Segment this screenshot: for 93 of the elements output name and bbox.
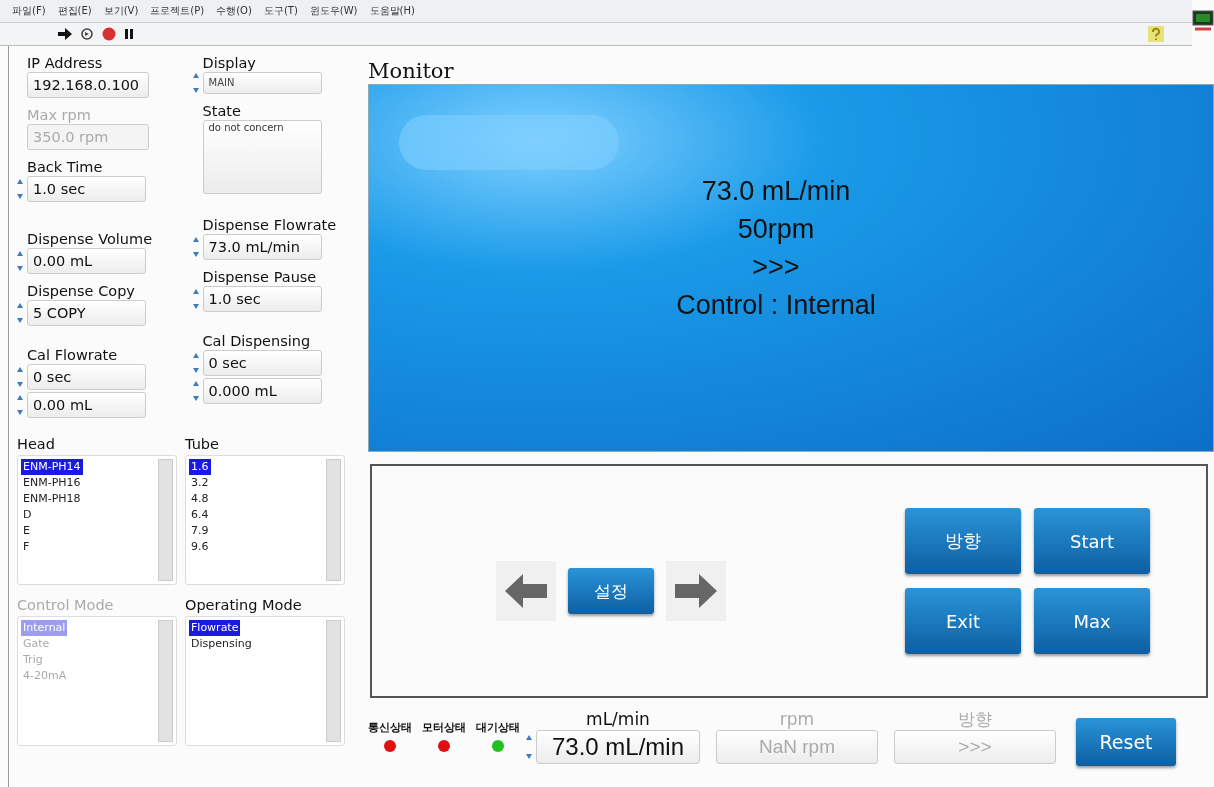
field-label: IP Address [27,54,103,72]
readout-label: 방향 [958,708,992,730]
field-label: Cal Flowrate [27,346,118,364]
run-arrow-icon[interactable] [58,28,72,40]
left-arrow-icon[interactable] [505,574,547,608]
action-button[interactable]: Exit [905,588,1021,654]
action-button[interactable]: Start [1034,508,1150,574]
scrollbar[interactable] [158,459,173,581]
list-label: Operating Mode [185,597,302,613]
action-button[interactable]: Max [1034,588,1150,654]
readout-label: rpm [779,708,815,730]
input-field[interactable]: do not concern [202,120,322,194]
menu-item[interactable]: 도구(T) [263,4,298,18]
reset-button[interactable]: Reset [1076,718,1176,766]
list-item[interactable]: ENM-PH14 [21,459,83,475]
settings-button[interactable]: 설정 [568,568,654,614]
spinner-arrows-icon[interactable] [17,302,23,324]
list-item[interactable]: Flowrate [189,620,241,636]
list-box[interactable]: Flowrate Dispensing [185,616,345,746]
menu-item[interactable]: 수행(O) [216,4,252,18]
scrollbar[interactable] [326,620,341,742]
list-box[interactable]: ENM-PH14 ENM-PH16 ENM-PH18 D E F [17,455,177,585]
field-label: Dispense Copy [27,282,135,300]
spinner-arrows-icon[interactable] [192,352,199,374]
spinner-arrows-icon[interactable] [17,250,23,272]
spinner-arrows-icon[interactable] [17,178,23,200]
status-label: 통신상태 [368,720,412,735]
spinner-arrows-icon[interactable] [17,366,23,388]
list-label: Head [17,436,55,452]
menu-item[interactable]: 프로젝트(P) [150,4,205,18]
field-label: Back Time [27,158,103,176]
menu-item[interactable]: 편집(E) [57,4,92,18]
monitor-text: 73.0 mL/min [701,175,851,208]
list-item[interactable]: ENM-PH16 [21,475,83,491]
field-label: Max rpm [27,106,91,124]
pause-icon[interactable] [124,28,134,40]
input-field[interactable]: 1.0 sec [27,176,146,202]
run-continuous-icon[interactable] [80,27,94,41]
menu-item[interactable]: 보기(V) [103,4,139,18]
readout-label: mL/min [586,708,650,730]
action-button[interactable]: 방향 [905,508,1021,574]
scrollbar[interactable] [158,620,173,742]
list-item[interactable]: 9.6 [189,539,211,555]
readout-field[interactable]: 73.0 mL/min [536,730,700,764]
spinner-arrows-icon[interactable] [192,236,199,258]
list-item[interactable]: 1.6 [189,459,211,475]
spinner-arrows-icon[interactable] [526,734,532,760]
list-item[interactable]: 4.8 [189,491,211,507]
monitor-text: >>> [752,251,800,284]
status-label: 모터상태 [422,720,466,735]
list-item[interactable]: Dispensing [189,636,254,652]
monitor-title: Monitor [368,58,454,84]
list-item[interactable]: F [21,539,32,555]
input-field[interactable]: 0.00 mL [27,392,146,418]
list-item[interactable]: E [21,523,32,539]
scrollbar[interactable] [326,459,341,581]
input-field[interactable]: 192.168.0.100 [27,72,149,98]
input-field[interactable]: 0.000 mL [202,378,322,404]
field-label: Display [202,54,256,72]
monitor-text: 50rpm [737,213,815,246]
input-field[interactable]: 73.0 mL/min [202,234,322,260]
list-item[interactable]: ENM-PH18 [21,491,83,507]
help-icon[interactable] [1148,26,1164,42]
list-item[interactable]: 6.4 [189,507,211,523]
menu-item[interactable]: 윈도우(W) [309,4,358,18]
list-box[interactable]: 1.6 3.2 4.8 6.4 7.9 9.6 [185,455,345,585]
list-label: Control Mode [17,597,114,613]
input-field[interactable]: 0 sec [27,364,146,390]
list-item[interactable]: 3.2 [189,475,211,491]
spinner-arrows-icon[interactable] [192,288,199,310]
vi-icon[interactable] [1192,10,1214,34]
input-field[interactable]: 5 COPY [27,300,146,326]
spinner-arrows-icon[interactable] [192,380,199,402]
menu-item[interactable]: 파일(F) [12,4,46,18]
input-field[interactable]: 0 sec [202,350,322,376]
spinner-arrows-icon[interactable] [17,394,23,416]
input-field[interactable]: MAIN [202,72,322,94]
right-arrow-icon[interactable] [675,574,717,608]
input-field[interactable]: 0.00 mL [27,248,146,274]
field-label: State [202,102,241,120]
list-label: Tube [185,436,219,452]
list-item[interactable]: 7.9 [189,523,211,539]
field-label: Dispense Pause [202,268,317,286]
field-label: Dispense Volume [27,230,153,248]
list-item[interactable]: D [21,507,34,523]
field-label: Dispense Flowrate [202,216,337,234]
monitor-text: Control : Internal [676,289,876,322]
input-field[interactable]: 1.0 sec [202,286,322,312]
menu-item[interactable]: 도움말(H) [369,4,415,18]
status-label: 대기상태 [476,720,520,735]
field-label: Cal Dispensing [202,332,311,350]
stop-icon[interactable] [102,27,116,41]
spinner-arrows-icon[interactable] [192,72,199,94]
